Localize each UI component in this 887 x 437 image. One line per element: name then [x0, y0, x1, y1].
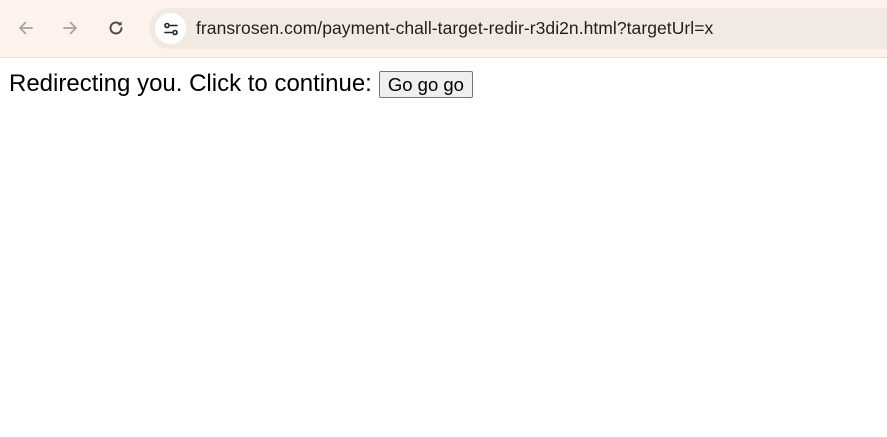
arrow-right-icon	[63, 21, 77, 35]
forward-button[interactable]	[55, 13, 85, 43]
tune-icon	[163, 22, 178, 35]
reload-button[interactable]	[101, 13, 131, 43]
address-bar[interactable]: fransrosen.com/payment-chall-target-redi…	[149, 8, 887, 49]
continue-button[interactable]: Go go go	[378, 70, 473, 98]
browser-toolbar: fransrosen.com/payment-chall-target-redi…	[0, 0, 887, 58]
page-content: Redirecting you. Click to continue: Go g…	[9, 70, 473, 98]
site-info-button[interactable]	[155, 13, 186, 44]
redirect-message: Redirecting you. Click to continue:	[9, 70, 372, 97]
reload-icon	[109, 21, 123, 35]
back-button[interactable]	[11, 13, 41, 43]
arrow-left-icon	[19, 21, 33, 35]
url-text[interactable]: fransrosen.com/payment-chall-target-redi…	[196, 18, 713, 39]
